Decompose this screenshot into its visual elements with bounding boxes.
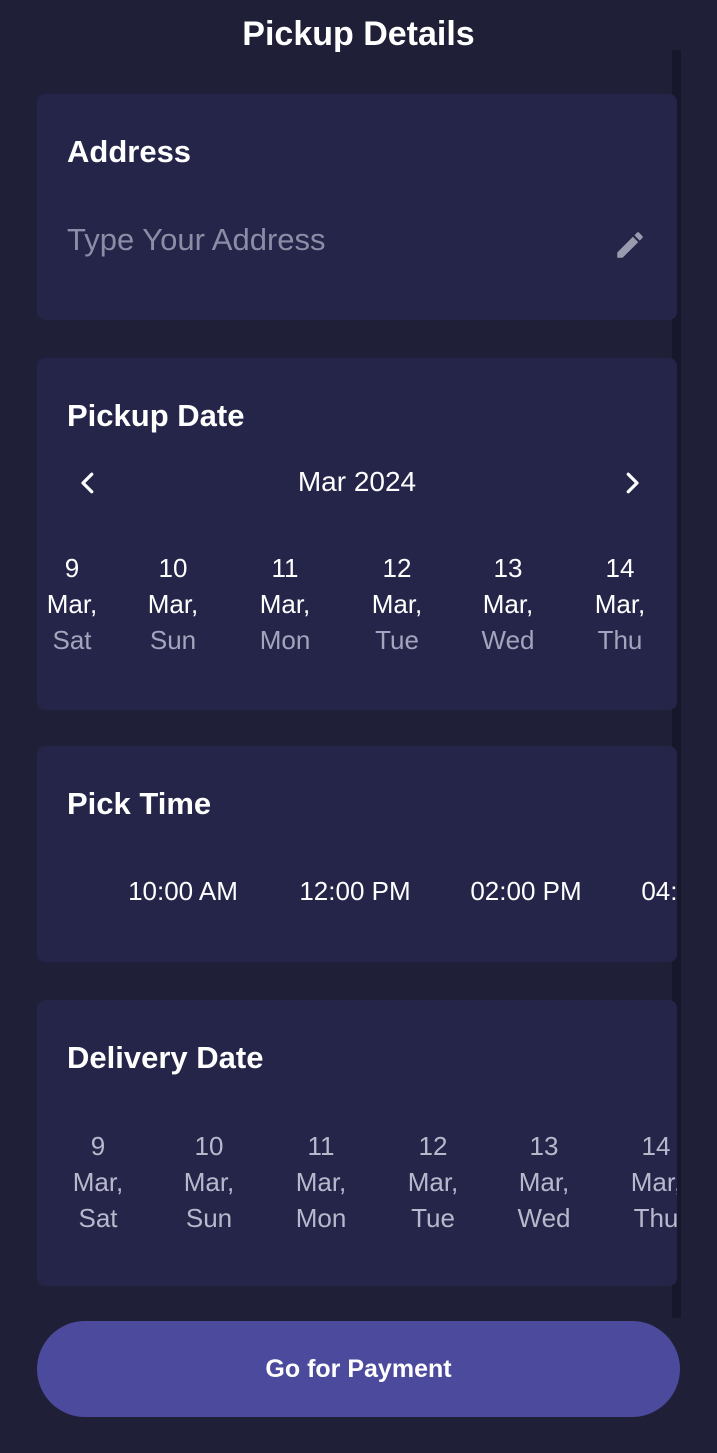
day-month: Mar, — [147, 589, 199, 619]
delivery-day-item[interactable]: 12 Mar, Tue — [383, 1128, 483, 1236]
pickup-day-item[interactable]: 14 Mar, Thu — [570, 550, 670, 658]
pickup-day-item[interactable]: 11 Mar, Mon — [235, 550, 335, 658]
address-title: Address — [67, 134, 192, 169]
day-month: Mar, — [371, 589, 423, 619]
day-month: Mar, — [594, 589, 646, 619]
day-number: 9 — [90, 1131, 106, 1161]
day-weekday: Sun — [149, 625, 197, 655]
day-number: 11 — [307, 1131, 335, 1161]
day-number: 12 — [382, 553, 412, 583]
time-slot[interactable]: 12:00 PM — [285, 876, 425, 907]
delivery-date-card: Delivery Date 9 Mar, Sat 10 Mar, Sun 11 … — [37, 1000, 677, 1286]
delivery-day-item[interactable]: 13 Mar, Wed — [494, 1128, 594, 1236]
day-month: Mar, — [518, 1167, 570, 1197]
delivery-day-item[interactable]: 11 Mar, Mon — [271, 1128, 371, 1236]
day-weekday: Sat — [78, 1203, 118, 1233]
day-weekday: Sat — [52, 625, 92, 655]
day-number: 13 — [493, 553, 523, 583]
delivery-date-title: Delivery Date — [67, 1040, 264, 1075]
day-number: 11 — [271, 553, 299, 583]
pick-time-title: Pick Time — [67, 786, 212, 821]
day-month: Mar, — [630, 1167, 677, 1197]
go-for-payment-button[interactable]: Go for Payment — [37, 1321, 680, 1417]
day-month: Mar, — [259, 589, 311, 619]
time-slot[interactable]: 04:00 PM — [627, 876, 677, 907]
pickup-day-item[interactable]: 12 Mar, Tue — [347, 550, 447, 658]
day-number: 10 — [194, 1131, 224, 1161]
day-weekday: Mon — [259, 625, 311, 655]
day-number: 13 — [529, 1131, 559, 1161]
day-number: 10 — [158, 553, 188, 583]
delivery-day-item[interactable]: 10 Mar, Sun — [159, 1128, 259, 1236]
day-number: 14 — [605, 553, 635, 583]
day-weekday: Thu — [597, 625, 643, 655]
page-title: Pickup Details — [242, 15, 475, 53]
day-weekday: Mon — [295, 1203, 347, 1233]
day-weekday: Tue — [375, 625, 419, 655]
chevron-right-icon[interactable] — [617, 468, 647, 498]
day-number: 14 — [641, 1131, 671, 1161]
day-number: 9 — [64, 553, 80, 583]
address-card: Address — [37, 94, 677, 320]
pickup-date-card: Pickup Date Mar 2024 9 Mar, Sat 10 Mar, … — [37, 358, 677, 710]
day-number: 12 — [418, 1131, 448, 1161]
day-month: Mar, — [46, 589, 98, 619]
day-month: Mar, — [72, 1167, 124, 1197]
pick-time-card: Pick Time 10:00 AM 12:00 PM 02:00 PM 04:… — [37, 746, 677, 962]
day-weekday: Sun — [185, 1203, 233, 1233]
delivery-day-item[interactable]: 9 Mar, Sat — [48, 1128, 148, 1236]
day-month: Mar, — [482, 589, 534, 619]
day-month: Mar, — [295, 1167, 347, 1197]
day-weekday: Tue — [411, 1203, 455, 1233]
day-weekday: Wed — [481, 625, 535, 655]
pickup-day-item[interactable]: 10 Mar, Sun — [123, 550, 223, 658]
pickup-date-title: Pickup Date — [67, 398, 245, 433]
month-label: Mar 2024 — [297, 466, 417, 497]
pickup-day-item[interactable]: 9 Mar, Sat — [37, 550, 122, 658]
day-month: Mar, — [183, 1167, 235, 1197]
day-weekday: Thu — [633, 1203, 677, 1233]
pencil-icon[interactable] — [613, 228, 647, 262]
address-input[interactable] — [67, 212, 651, 268]
day-weekday: Wed — [517, 1203, 571, 1233]
delivery-day-item[interactable]: 14 Mar, Thu — [606, 1128, 677, 1236]
day-month: Mar, — [407, 1167, 459, 1197]
pickup-details-screen: Pickup Details Address Pickup Date Mar 2… — [0, 0, 717, 1453]
time-slot[interactable]: 10:00 AM — [113, 876, 253, 907]
time-slot[interactable]: 02:00 PM — [456, 876, 596, 907]
pickup-day-item[interactable]: 13 Mar, Wed — [458, 550, 558, 658]
